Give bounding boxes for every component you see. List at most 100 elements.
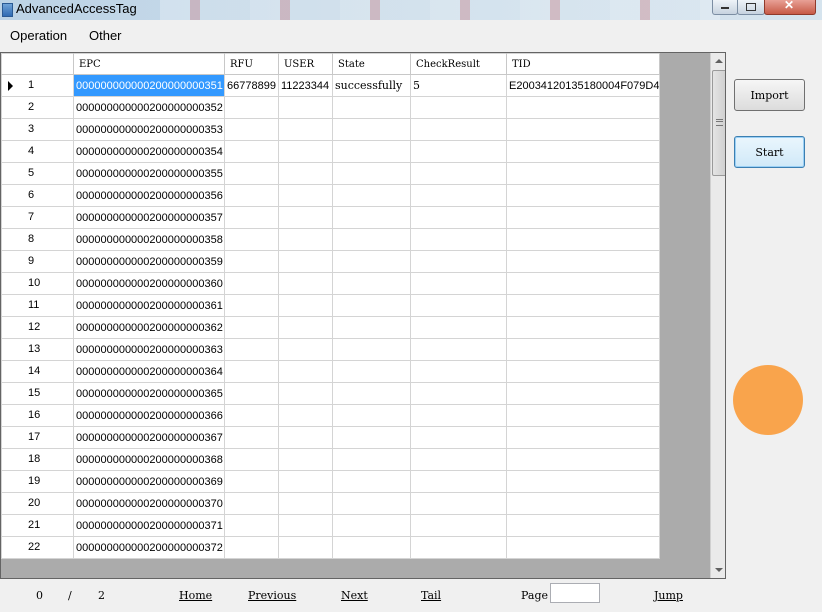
cell-epc[interactable]: 000000000000200000000353 — [73, 118, 225, 141]
row-header[interactable]: 19 — [1, 470, 74, 493]
cell-checkresult[interactable] — [410, 492, 507, 515]
row-header[interactable]: 14 — [1, 360, 74, 383]
row-header[interactable]: 6 — [1, 184, 74, 207]
cell-state[interactable] — [332, 470, 411, 493]
cell-state[interactable] — [332, 118, 411, 141]
tag-data-grid[interactable]: EPC RFU USER State CheckResult TID 1 0000… — [0, 52, 726, 579]
cell-user[interactable] — [278, 536, 333, 559]
column-header-tid[interactable]: TID — [505, 53, 661, 75]
cell-checkresult[interactable] — [410, 470, 507, 493]
row-header[interactable]: 8 — [1, 228, 74, 251]
cell-user[interactable] — [278, 162, 333, 185]
cell-state[interactable] — [332, 514, 411, 537]
cell-tid[interactable] — [505, 338, 661, 361]
cell-checkresult[interactable] — [410, 382, 507, 405]
cell-state[interactable] — [332, 140, 411, 163]
vertical-scrollbar[interactable] — [710, 53, 725, 578]
cell-rfu[interactable] — [224, 316, 279, 339]
cell-rfu[interactable] — [224, 250, 279, 273]
cell-tid[interactable] — [505, 448, 661, 471]
cell-tid[interactable] — [505, 316, 661, 339]
cell-epc[interactable]: 000000000000200000000362 — [73, 316, 225, 339]
home-link[interactable]: Home — [179, 589, 212, 602]
cell-state[interactable] — [332, 184, 411, 207]
cell-rfu[interactable] — [224, 536, 279, 559]
table-row[interactable]: 10 000000000000200000000360 — [1, 272, 661, 295]
tail-link[interactable]: Tail — [421, 589, 441, 602]
cell-rfu[interactable] — [224, 448, 279, 471]
maximize-button[interactable] — [737, 0, 765, 15]
cell-state[interactable] — [332, 294, 411, 317]
row-header[interactable]: 3 — [1, 118, 74, 141]
cell-tid[interactable] — [505, 184, 661, 207]
cell-tid[interactable] — [505, 294, 661, 317]
cell-checkresult[interactable] — [410, 140, 507, 163]
cell-user[interactable] — [278, 294, 333, 317]
cell-state[interactable] — [332, 382, 411, 405]
cell-tid[interactable] — [505, 96, 661, 119]
row-header[interactable]: 2 — [1, 96, 74, 119]
column-header-rfu[interactable]: RFU — [224, 53, 279, 75]
column-header-epc[interactable]: EPC — [73, 53, 225, 75]
table-row[interactable]: 18 000000000000200000000368 — [1, 448, 661, 471]
cell-user[interactable] — [278, 404, 333, 427]
row-header[interactable]: 5 — [1, 162, 74, 185]
row-header[interactable]: 9 — [1, 250, 74, 273]
cell-state[interactable] — [332, 404, 411, 427]
cell-tid[interactable] — [505, 404, 661, 427]
cell-user[interactable] — [278, 426, 333, 449]
cell-tid[interactable] — [505, 382, 661, 405]
table-row[interactable]: 15 000000000000200000000365 — [1, 382, 661, 405]
cell-user[interactable] — [278, 316, 333, 339]
cell-tid[interactable] — [505, 426, 661, 449]
cell-checkresult[interactable] — [410, 206, 507, 229]
cell-tid[interactable] — [505, 228, 661, 251]
cell-rfu[interactable] — [224, 470, 279, 493]
cell-state[interactable] — [332, 448, 411, 471]
cell-checkresult[interactable] — [410, 228, 507, 251]
cell-user[interactable] — [278, 228, 333, 251]
cell-user[interactable] — [278, 382, 333, 405]
cell-tid[interactable] — [505, 118, 661, 141]
table-row[interactable]: 4 000000000000200000000354 — [1, 140, 661, 163]
cell-checkresult[interactable] — [410, 514, 507, 537]
row-header[interactable]: 20 — [1, 492, 74, 515]
cell-epc[interactable]: 000000000000200000000367 — [73, 426, 225, 449]
cell-checkresult[interactable] — [410, 360, 507, 383]
cell-state[interactable] — [332, 162, 411, 185]
start-button[interactable]: Start — [734, 136, 805, 168]
cell-user[interactable] — [278, 140, 333, 163]
table-row[interactable]: 13 000000000000200000000363 — [1, 338, 661, 361]
cell-rfu[interactable] — [224, 162, 279, 185]
cell-epc[interactable]: 000000000000200000000361 — [73, 294, 225, 317]
cell-tid[interactable] — [505, 514, 661, 537]
cell-state[interactable]: successfully — [332, 74, 411, 97]
table-row[interactable]: 1 000000000000200000000351 66778899 1122334… — [1, 74, 661, 97]
cell-checkresult[interactable] — [410, 184, 507, 207]
cell-user[interactable] — [278, 514, 333, 537]
cell-state[interactable] — [332, 272, 411, 295]
cell-tid[interactable] — [505, 492, 661, 515]
cell-rfu[interactable] — [224, 118, 279, 141]
cell-rfu[interactable] — [224, 426, 279, 449]
cell-checkresult[interactable] — [410, 96, 507, 119]
cell-tid[interactable]: E2003412013518000​4F079D4 — [505, 74, 661, 97]
cell-epc[interactable]: 000000000000200000000372 — [73, 536, 225, 559]
table-row[interactable]: 9 000000000000200000000359 — [1, 250, 661, 273]
cell-epc[interactable]: 000000000000200000000356 — [73, 184, 225, 207]
column-header-user[interactable]: USER — [278, 53, 333, 75]
row-header[interactable]: 10 — [1, 272, 74, 295]
scrollbar-thumb[interactable] — [712, 70, 725, 176]
table-row[interactable]: 8 000000000000200000000358 — [1, 228, 661, 251]
next-link[interactable]: Next — [341, 589, 368, 602]
import-button[interactable]: Import — [734, 79, 805, 111]
cell-rfu[interactable] — [224, 338, 279, 361]
cell-rfu[interactable] — [224, 228, 279, 251]
cell-user[interactable] — [278, 360, 333, 383]
cell-rfu[interactable] — [224, 294, 279, 317]
cell-user[interactable] — [278, 470, 333, 493]
cell-user[interactable] — [278, 492, 333, 515]
cell-checkresult[interactable] — [410, 426, 507, 449]
cell-checkresult[interactable] — [410, 250, 507, 273]
cell-state[interactable] — [332, 536, 411, 559]
